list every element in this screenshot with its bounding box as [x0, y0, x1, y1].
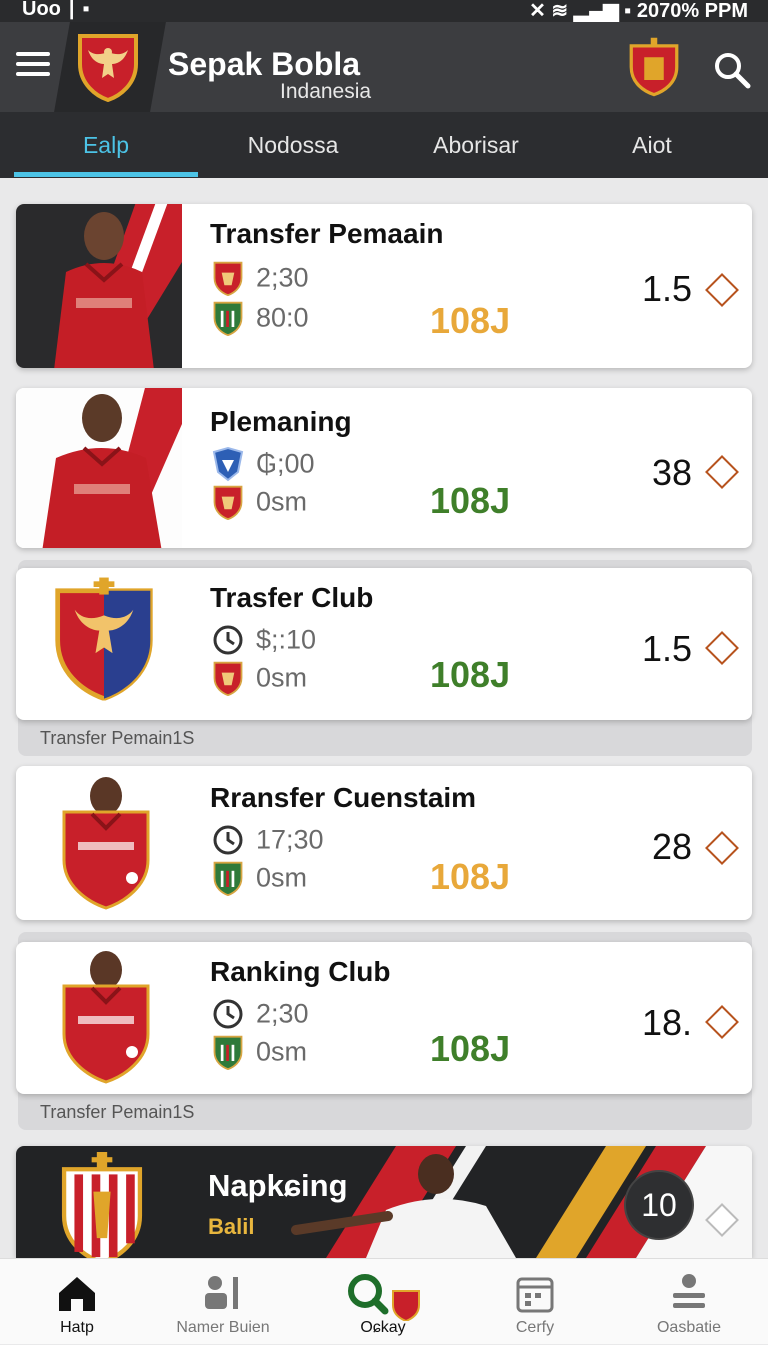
nav-label: Hatp [60, 1319, 94, 1336]
diamond-icon[interactable] [705, 631, 739, 665]
tab-indicator [14, 172, 198, 177]
notification-icon: ▪ [82, 0, 90, 20]
card-odds: 28 [651, 826, 692, 867]
search-club-icon [348, 1274, 420, 1321]
club-badge-icon [210, 660, 246, 696]
club-logo-icon [76, 30, 140, 102]
diamond-icon[interactable] [705, 273, 739, 307]
nav-members[interactable]: Namer Buien [146, 1259, 300, 1345]
card-stat-time: 17;30 [210, 822, 324, 858]
promo-banner[interactable]: Napkɕing Balil 10 [16, 1146, 752, 1258]
status-bar: Uoo | ▪ ✕ ≋ ▂▄▆ ▪ 2070% PPM [0, 0, 768, 22]
promo-title: Napkɕing [208, 1168, 348, 1203]
list-item[interactable]: Transfer Pemaain 2;30 80:0 108J 1.5 [16, 204, 752, 368]
card-title: Ranking Club [210, 956, 391, 987]
profile-icon [673, 1274, 705, 1308]
search-icon[interactable] [712, 50, 752, 90]
club-badge-icon [210, 300, 246, 336]
nav-label: Oasbatie [656, 1319, 722, 1336]
app-subtitle: Indanesia [280, 80, 372, 103]
card-title: Rransfer Cuenstaim [210, 782, 477, 813]
diamond-icon[interactable] [705, 455, 739, 489]
nav-search[interactable]: Oɕkay [306, 1259, 460, 1345]
nav-label: Cerfy [515, 1319, 555, 1336]
card-odds: 1.5 [641, 628, 692, 669]
tab-aiot[interactable]: Aiot [564, 112, 740, 178]
card-stat-time: $;:10 [210, 622, 316, 658]
menu-icon[interactable] [16, 52, 50, 82]
card-odds: 1.5 [641, 268, 692, 309]
group-label: Transfer Pemain1S [40, 1102, 195, 1122]
club-badge-icon [210, 860, 246, 896]
list-item[interactable]: Plemaning ₲;00 0sm 108J 38 [16, 388, 752, 548]
list-item[interactable]: Rransfer Cuenstaim 17;30 0sm 108J 28 [16, 766, 752, 920]
club-badge-icon [210, 260, 246, 296]
tab-nodossa[interactable]: Nodossa [198, 112, 388, 178]
nav-label: Oɕkay [360, 1319, 406, 1336]
nav-label: Namer Buien [176, 1319, 270, 1336]
card-odds: 38 [651, 452, 692, 493]
card-value: 108J [430, 300, 511, 341]
card-stat-time: ₲;00 [210, 446, 315, 482]
status-battery-time: 2070% PPM [636, 0, 748, 22]
clock-icon [210, 996, 246, 1032]
nav-calendar[interactable]: Cerfy [458, 1259, 612, 1345]
club-badge-icon [210, 484, 246, 520]
player-photo [16, 388, 182, 548]
card-stat-score: 0sm [210, 484, 307, 520]
player-crest-icon [56, 944, 156, 1084]
card-stat-time: 2;30 [210, 996, 309, 1032]
list-item[interactable]: Ranking Club 2;30 0sm 108J 18. [16, 942, 752, 1094]
card-stat-time: 2;30 [210, 260, 309, 296]
card-title: Plemaning [210, 406, 352, 437]
club-crest-icon [52, 576, 156, 702]
tab-ealp[interactable]: Ealp [14, 112, 198, 178]
card-value: 108J [430, 480, 511, 521]
diamond-icon[interactable] [705, 1005, 739, 1039]
clock-icon [210, 622, 246, 658]
app-bar: Sepak Bobla Indanesia [0, 22, 768, 112]
app-title: Sepak Bobla [168, 46, 361, 82]
card-odds: 18. [641, 1002, 692, 1043]
card-stat-score: 80:0 [210, 300, 309, 336]
user-icon [205, 1276, 238, 1309]
tab-aborisar[interactable]: Aborisar [388, 112, 564, 178]
diamond-icon[interactable] [705, 831, 739, 865]
nav-profile[interactable]: Oasbatie [612, 1259, 766, 1345]
status-carrier: Uoo [22, 0, 61, 20]
player-photo [16, 204, 182, 368]
club-badge-icon [210, 1034, 246, 1070]
tab-bar: Ealp Nodossa Aborisar Aiot [0, 112, 768, 178]
calendar-icon [516, 1277, 554, 1313]
card-stat-score: 0sm [210, 860, 307, 896]
home-icon [59, 1277, 95, 1311]
promo-subtitle: Balil [208, 1214, 255, 1239]
card-title: Transfer Pemaain [210, 218, 444, 249]
clock-icon [210, 822, 246, 858]
bottom-nav: Hatp Namer Buien Oɕkay Cerfy Oasbatie [0, 1258, 768, 1344]
club-badge-icon [210, 446, 246, 482]
status-right: ✕ ≋ ▂▄▆ ▪ 2070% PPM [529, 0, 748, 23]
card-title: Trasfer Club [210, 582, 374, 613]
list-item[interactable]: Trasfer Club $;:10 0sm 108J 1.5 [16, 568, 752, 720]
player-crest-icon [56, 770, 156, 910]
status-left: Uoo | ▪ [22, 0, 90, 20]
nav-home[interactable]: Hatp [0, 1259, 154, 1345]
signal-icons: ✕ ≋ ▂▄▆ ▪ [529, 0, 637, 22]
federation-crest-icon[interactable] [628, 36, 680, 98]
card-value: 108J [430, 654, 511, 695]
card-stat-score: 0sm [210, 660, 307, 696]
card-value: 108J [430, 856, 511, 897]
club-crest-icon [56, 1152, 148, 1258]
card-value: 108J [430, 1028, 511, 1069]
group-label: Transfer Pemain1S [40, 728, 195, 748]
promo-count-badge: 10 [626, 1172, 692, 1238]
card-stat-score: 0sm [210, 1034, 307, 1070]
